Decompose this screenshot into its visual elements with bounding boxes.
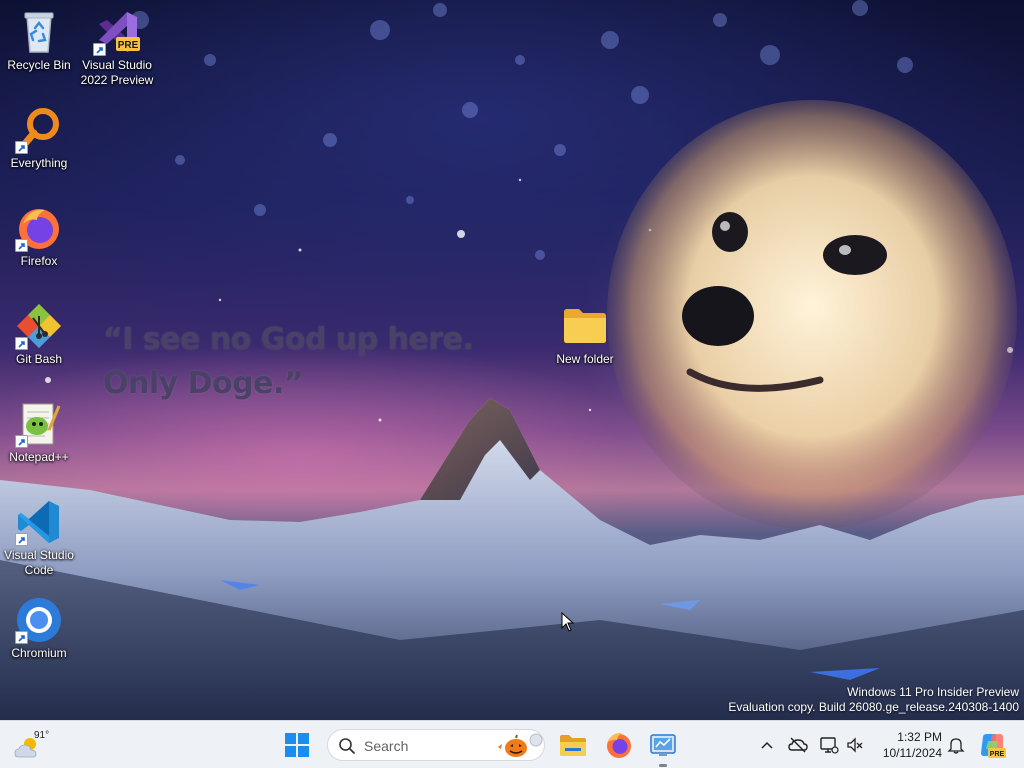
folder-icon (561, 302, 609, 350)
desktop-icon-new-folder[interactable]: New folder (546, 302, 624, 367)
weather-widget[interactable]: 91° (14, 729, 54, 763)
halloween-pumpkin-icon (498, 733, 543, 757)
firefox-icon (607, 732, 631, 758)
desktop-icon-firefox[interactable]: Firefox (0, 204, 78, 269)
chevron-up-icon (761, 741, 773, 749)
taskbar: 91° Search 1:32 PM 10/11/2024 PRE (0, 720, 1024, 768)
watermark-edition: Windows 11 Pro Insider Preview (847, 685, 1019, 699)
everything-search-icon (15, 106, 63, 154)
svg-text:PRE: PRE (118, 40, 139, 51)
running-indicator (659, 764, 667, 767)
search-placeholder: Search (364, 738, 409, 754)
desktop-icon-label: Chromium (11, 646, 67, 660)
recycle-bin-icon (15, 8, 63, 56)
quote-line-2: Only Doge.” (103, 366, 304, 401)
shortcut-arrow-icon (15, 631, 28, 644)
copilot-button[interactable]: PRE (978, 731, 1006, 759)
desktop-icon-chromium[interactable]: Chromium (0, 596, 78, 661)
search-icon (339, 738, 355, 754)
desktop-icon-vscode[interactable]: Visual Studio Code (0, 498, 78, 578)
desktop-icon-notepad-plus-plus[interactable]: Notepad++ (0, 400, 78, 465)
volume-tray-button[interactable] (845, 735, 865, 755)
firefox-icon (15, 204, 63, 252)
file-explorer-icon (560, 735, 586, 756)
desktop-icon-label: Firefox (20, 254, 58, 268)
visual-studio-preview-icon: PRE (93, 8, 141, 56)
wallpaper-quote: “I see no God up here. Only Doge.” (103, 318, 483, 406)
desktop-icon-label: Recycle Bin (7, 58, 71, 72)
notification-center-button[interactable] (946, 735, 966, 755)
taskbar-firefox-button[interactable] (602, 728, 636, 762)
network-tray-button[interactable] (819, 735, 839, 755)
onedrive-tray-button[interactable] (788, 735, 808, 755)
desktop-icon-label: Visual Studio Code (4, 548, 74, 577)
desktop-icon-visual-studio-preview[interactable]: PRE Visual Studio 2022 Preview (78, 8, 156, 88)
shortcut-arrow-icon (15, 435, 28, 448)
notification-bell-icon (947, 738, 965, 754)
desktop-wallpaper: “I see no God up here. Only Doge.” Windo… (0, 0, 1024, 720)
network-icon (820, 737, 839, 754)
desktop-icon-label: Visual Studio 2022 Preview (80, 58, 154, 87)
taskbar-file-explorer-button[interactable] (556, 728, 590, 762)
shortcut-arrow-icon (15, 337, 28, 350)
git-bash-icon (15, 302, 63, 350)
desktop-icon-label: Everything (10, 156, 68, 170)
control-panel-icon (650, 734, 676, 756)
vscode-icon (15, 498, 63, 546)
start-button[interactable] (283, 731, 311, 759)
show-hidden-icons-button[interactable] (757, 735, 777, 755)
desktop-icon-everything[interactable]: Everything (0, 106, 78, 171)
clock-time: 1:32 PM (897, 730, 942, 744)
svg-text:PRE: PRE (990, 751, 1005, 758)
taskbar-clock[interactable]: 1:32 PM 10/11/2024 (872, 729, 942, 761)
desktop-icon-label: Notepad++ (9, 450, 69, 464)
shortcut-arrow-icon (15, 533, 28, 546)
desktop-icon-label: New folder (556, 352, 614, 366)
volume-muted-icon (847, 737, 863, 753)
watermark-build: Evaluation copy. Build 26080.ge_release.… (728, 700, 1019, 714)
quote-line-1: “I see no God up here. (103, 322, 474, 357)
windows-watermark: Windows 11 Pro Insider Preview Evaluatio… (728, 685, 1019, 715)
clock-date: 10/11/2024 (882, 746, 942, 760)
mouse-cursor-icon (561, 612, 575, 632)
chromium-icon (15, 596, 63, 644)
shortcut-arrow-icon (93, 43, 106, 56)
onedrive-offline-icon (788, 737, 808, 753)
windows-start-icon (285, 733, 309, 757)
taskbar-search-box[interactable]: Search (327, 729, 545, 761)
shortcut-arrow-icon (15, 239, 28, 252)
desktop-icon-git-bash[interactable]: Git Bash (0, 302, 78, 367)
desktop-icon-recycle-bin[interactable]: Recycle Bin (0, 8, 78, 73)
shortcut-arrow-icon (15, 141, 28, 154)
copilot-pre-icon: PRE (981, 734, 1006, 758)
taskbar-control-panel-button[interactable] (646, 728, 680, 762)
weather-temperature: 91° (34, 730, 50, 741)
notepad-plus-plus-icon (15, 400, 63, 448)
desktop-icon-label: Git Bash (15, 352, 63, 366)
